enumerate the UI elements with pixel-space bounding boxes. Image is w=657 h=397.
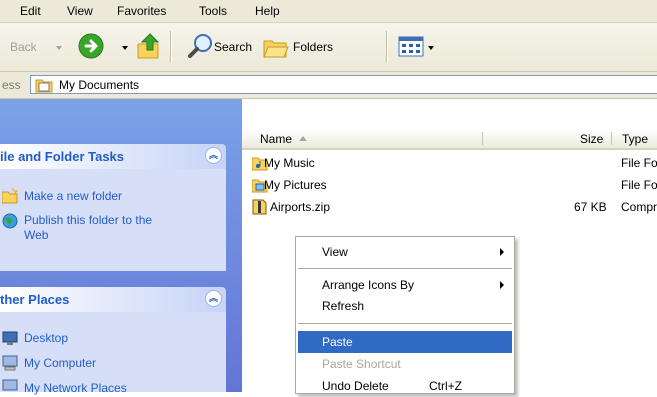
ctx-paste-shortcut[interactable]: Paste Shortcut: [298, 353, 512, 375]
folders-button[interactable]: Folders: [293, 40, 333, 54]
ctx-undo-shortcut: Ctrl+Z: [429, 379, 462, 393]
ctx-paste-shortcut-label: Paste Shortcut: [322, 357, 401, 371]
column-header: Name Size Type: [242, 129, 657, 150]
new-folder-icon: [2, 188, 18, 204]
forward-dropdown-icon[interactable]: [122, 46, 128, 50]
desktop-link[interactable]: Desktop: [24, 331, 68, 346]
file-name: Airports.zip: [270, 200, 331, 214]
menu-separator: [298, 268, 512, 269]
ctx-refresh-label: Refresh: [322, 299, 365, 313]
ctx-arrange-icons[interactable]: Arrange Icons By: [298, 274, 512, 296]
ctx-view[interactable]: View: [298, 241, 512, 263]
address-input[interactable]: My Documents: [30, 75, 657, 94]
submenu-arrow-icon: [500, 248, 504, 256]
search-button[interactable]: Search: [214, 40, 252, 54]
my-network-places-link[interactable]: My Network Places: [24, 381, 127, 396]
search-icon[interactable]: [188, 33, 214, 59]
my-computer-icon: [2, 355, 18, 371]
address-bar: ess My Documents: [0, 72, 657, 99]
column-size[interactable]: Size: [580, 132, 603, 146]
file-folder-tasks-header[interactable]: ile and Folder Tasks ︽: [0, 144, 226, 169]
collapse-chevron-icon[interactable]: ︽: [205, 147, 222, 164]
column-divider[interactable]: [611, 132, 612, 145]
publish-folder-link[interactable]: Publish this folder to the: [24, 213, 152, 228]
my-computer-link[interactable]: My Computer: [24, 356, 96, 371]
address-value: My Documents: [59, 78, 140, 92]
folders-icon[interactable]: [262, 35, 290, 59]
column-divider[interactable]: [482, 132, 483, 145]
context-menu: View Arrange Icons By Refresh Paste Past…: [295, 236, 515, 394]
file-folder-tasks-panel: Make a new folder Publish this folder to…: [0, 169, 226, 271]
ctx-undo-delete[interactable]: Undo Delete Ctrl+Z: [298, 375, 512, 397]
file-row-my-pictures[interactable]: My Pictures File Fo: [252, 177, 657, 193]
ctx-refresh[interactable]: Refresh: [298, 295, 512, 317]
other-places-title: ther Places: [0, 292, 70, 307]
column-name[interactable]: Name: [260, 132, 292, 146]
publish-folder-link-cont[interactable]: Web: [24, 228, 48, 243]
menu-view[interactable]: View: [67, 4, 93, 18]
back-dropdown-icon[interactable]: [56, 46, 62, 50]
ctx-view-label: View: [322, 245, 348, 259]
zip-file-icon: [252, 199, 267, 215]
views-icon[interactable]: [398, 35, 424, 59]
up-folder-icon[interactable]: [136, 32, 162, 60]
file-type: File Fo: [621, 178, 657, 192]
menu-edit[interactable]: Edit: [20, 4, 41, 18]
back-button[interactable]: Back: [10, 40, 37, 54]
toolbar: Back Search Folders: [0, 23, 657, 72]
toolbar-separator: [386, 31, 387, 63]
file-name: My Pictures: [264, 178, 327, 192]
file-size: 67 KB: [574, 200, 607, 214]
ctx-undo-label: Undo Delete: [322, 379, 389, 393]
task-pane: ile and Folder Tasks ︽ Make a new folder…: [0, 99, 242, 395]
publish-web-icon: [2, 213, 18, 229]
my-network-places-icon: [2, 379, 18, 391]
menu-help[interactable]: Help: [255, 4, 280, 18]
submenu-arrow-icon: [500, 281, 504, 289]
column-type[interactable]: Type: [622, 132, 648, 146]
file-row-my-music[interactable]: My Music File Fo: [252, 155, 657, 171]
sort-ascending-icon: [299, 136, 307, 141]
address-label: ess: [2, 78, 21, 92]
views-dropdown-icon[interactable]: [428, 46, 434, 50]
file-type: File Fo: [621, 156, 657, 170]
menu-tools[interactable]: Tools: [199, 4, 227, 18]
ctx-paste-label: Paste: [322, 335, 353, 349]
collapse-chevron-icon[interactable]: ︽: [205, 290, 222, 307]
menu-bar: Edit View Favorites Tools Help: [0, 0, 657, 23]
other-places-header[interactable]: ther Places ︽: [0, 287, 226, 312]
menu-favorites[interactable]: Favorites: [117, 4, 166, 18]
desktop-icon: [2, 331, 18, 345]
file-type: Compr: [621, 200, 657, 214]
other-places-panel: Desktop My Computer My Network Places: [0, 312, 226, 395]
my-documents-icon: [35, 79, 53, 93]
file-row-airports-zip[interactable]: Airports.zip 67 KB Compr: [252, 199, 657, 215]
make-new-folder-link[interactable]: Make a new folder: [24, 189, 122, 204]
toolbar-separator: [170, 31, 171, 63]
ctx-paste[interactable]: Paste: [298, 331, 512, 353]
ctx-arrange-label: Arrange Icons By: [322, 278, 415, 292]
file-name: My Music: [264, 156, 315, 170]
file-folder-tasks-title: ile and Folder Tasks: [0, 149, 125, 164]
menu-separator: [298, 323, 512, 324]
forward-icon[interactable]: [78, 33, 104, 59]
